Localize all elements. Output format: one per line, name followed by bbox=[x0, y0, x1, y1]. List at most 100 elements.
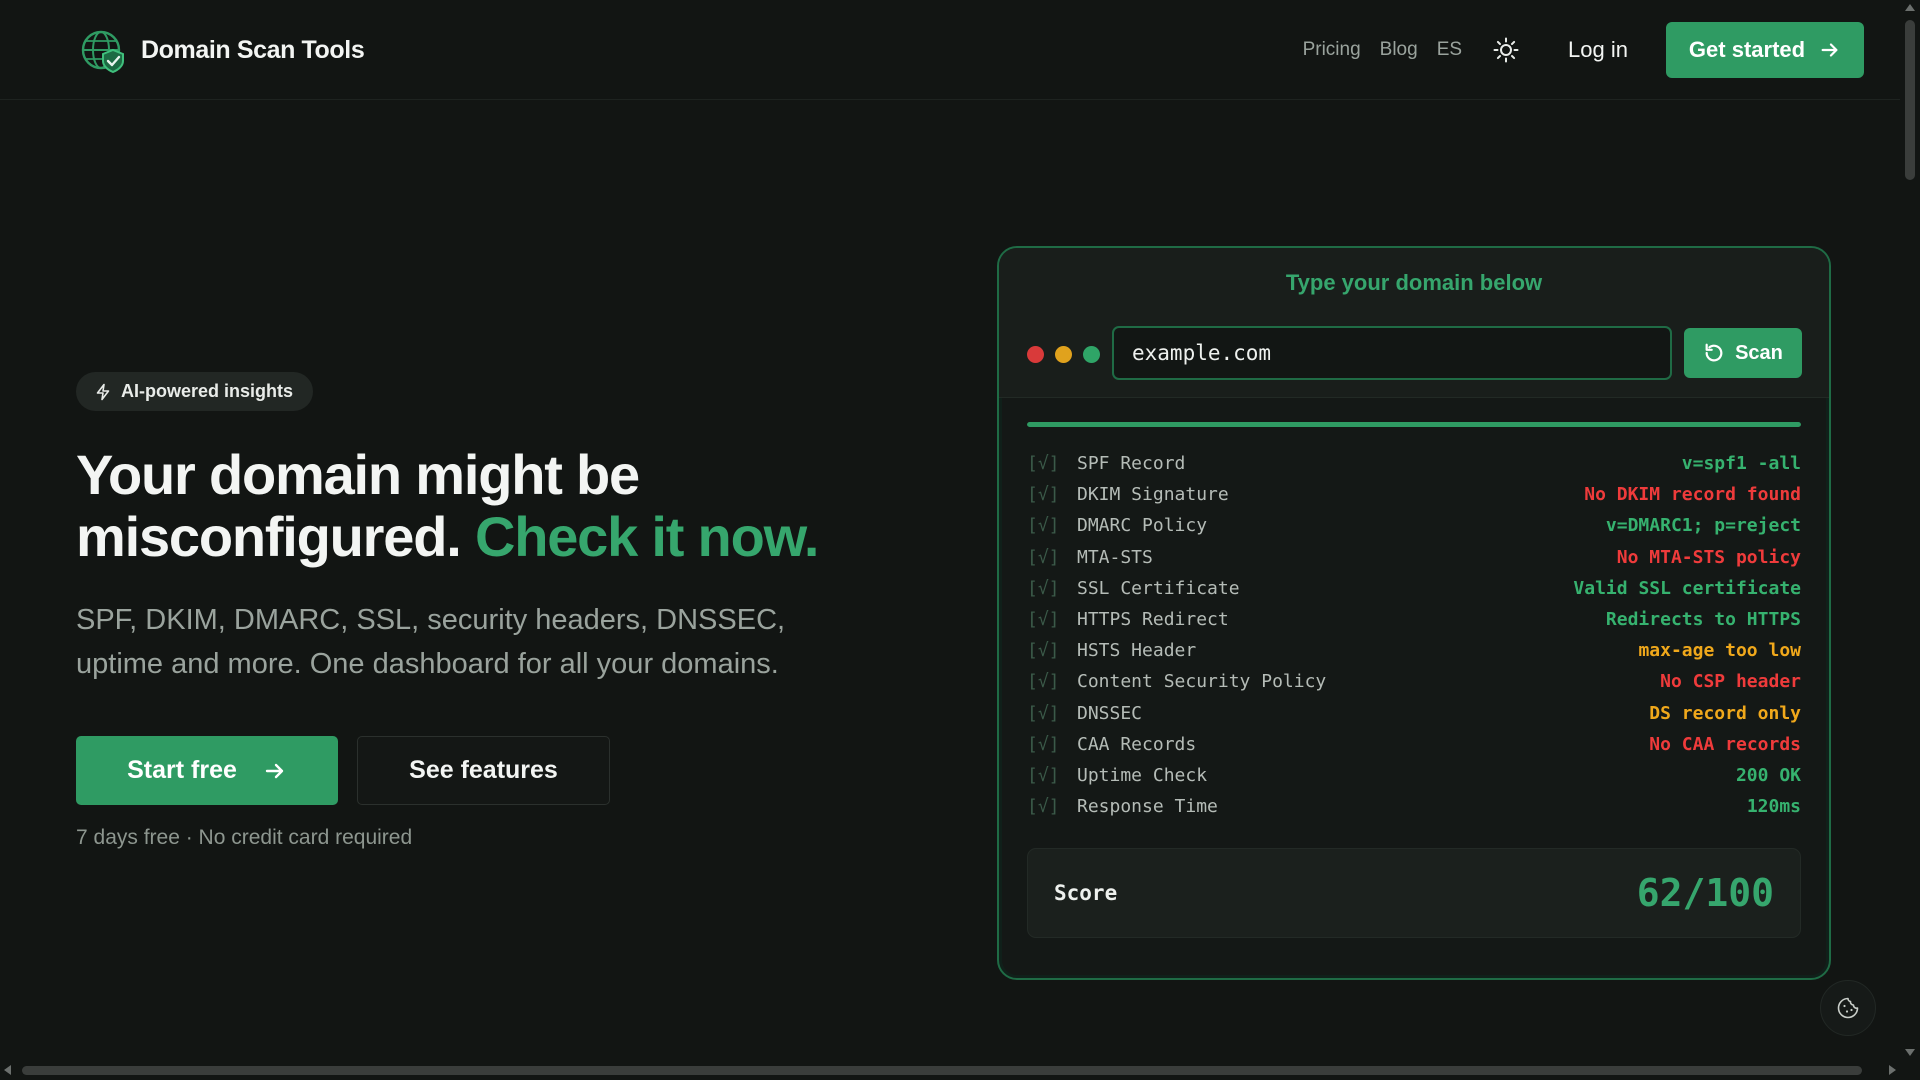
theme-toggle-button[interactable] bbox=[1492, 36, 1520, 64]
hero-subtitle: SPF, DKIM, DMARC, SSL, security headers,… bbox=[76, 604, 786, 680]
nav-pricing-link[interactable]: Pricing bbox=[1303, 39, 1361, 61]
check-result: DS record only bbox=[1649, 702, 1801, 724]
check-label: CAA Records bbox=[1077, 733, 1197, 755]
check-result: v=DMARC1; p=reject bbox=[1605, 515, 1801, 537]
sun-icon bbox=[1493, 37, 1519, 63]
scroll-left-arrow[interactable] bbox=[4, 1065, 11, 1075]
check-result: Redirects to HTTPS bbox=[1605, 609, 1801, 631]
score-panel: Score 62/100 bbox=[1027, 848, 1801, 938]
headline-accent: Check it now. bbox=[474, 505, 819, 568]
site-header: Domain Scan Tools Pricing Blog ES Log in… bbox=[0, 0, 1900, 100]
ai-insights-badge: AI-powered insights bbox=[76, 372, 314, 411]
check-left: [√] MTA-STS bbox=[1027, 547, 1153, 568]
check-row: [√] SPF Record v=spf1 -all bbox=[1027, 448, 1801, 479]
lightning-icon bbox=[96, 383, 110, 400]
check-row: [√] DKIM Signature No DKIM record found bbox=[1027, 479, 1801, 510]
check-result: 120ms bbox=[1746, 796, 1801, 818]
scroll-down-arrow[interactable] bbox=[1905, 1049, 1915, 1056]
check-result: No MTA-STS policy bbox=[1616, 546, 1801, 568]
check-left: [√] HSTS Header bbox=[1027, 640, 1196, 661]
scroll-right-arrow[interactable] bbox=[1889, 1065, 1896, 1075]
arrow-right-icon bbox=[265, 763, 284, 778]
nav-blog-link[interactable]: Blog bbox=[1380, 39, 1418, 61]
check-label: MTA-STS bbox=[1077, 546, 1153, 568]
scanner-toolbar: Type your domain below Scan bbox=[999, 248, 1829, 398]
get-started-label: Get started bbox=[1688, 37, 1806, 62]
start-free-label: Start free bbox=[127, 756, 237, 784]
check-row: [√] SSL Certificate Valid SSL certificate bbox=[1027, 573, 1801, 604]
check-label: Uptime Check bbox=[1077, 764, 1208, 786]
check-result: Valid SSL certificate bbox=[1573, 577, 1801, 599]
vertical-scroll-thumb[interactable] bbox=[1905, 20, 1915, 180]
check-left: [√] SSL Certificate bbox=[1027, 578, 1240, 599]
check-mark: [√] bbox=[1027, 484, 1060, 506]
cookie-icon bbox=[1837, 997, 1859, 1019]
check-mark: [√] bbox=[1027, 671, 1060, 693]
check-mark: [√] bbox=[1027, 702, 1060, 724]
check-label: DNSSEC bbox=[1077, 702, 1143, 724]
check-result: max-age too low bbox=[1638, 640, 1801, 662]
check-row: [√] Content Security Policy No CSP header bbox=[1027, 666, 1801, 697]
check-row: [√] Uptime Check 200 OK bbox=[1027, 760, 1801, 791]
check-mark: [√] bbox=[1027, 733, 1060, 755]
score-label: Score bbox=[1054, 881, 1118, 905]
score-value: 62/100 bbox=[1636, 871, 1774, 915]
check-row: [√] HSTS Header max-age too low bbox=[1027, 635, 1801, 666]
hero-headline: Your domain might be misconfigured. Chec… bbox=[76, 444, 916, 568]
check-label: SSL Certificate bbox=[1077, 577, 1240, 599]
scanner-heading: Type your domain below bbox=[1285, 270, 1543, 295]
scan-progress-bar bbox=[1027, 422, 1801, 427]
check-row: [√] CAA Records No CAA records bbox=[1027, 729, 1801, 760]
horizontal-scroll-thumb[interactable] bbox=[22, 1066, 1862, 1075]
scan-progress-fill bbox=[1027, 422, 1801, 427]
check-mark: [√] bbox=[1027, 546, 1060, 568]
language-switch-link[interactable]: ES bbox=[1437, 39, 1462, 61]
check-left: [√] CAA Records bbox=[1027, 734, 1196, 755]
check-label: SPF Record bbox=[1077, 453, 1186, 475]
scan-button[interactable]: Scan bbox=[1684, 328, 1802, 378]
cta-row: Start free See features bbox=[76, 736, 610, 805]
horizontal-scrollbar[interactable] bbox=[0, 1060, 1900, 1080]
check-label: HTTPS Redirect bbox=[1077, 609, 1229, 631]
check-result: v=spf1 -all bbox=[1681, 453, 1801, 475]
top-nav: Pricing Blog ES Log in Get started bbox=[1303, 22, 1864, 78]
domain-input[interactable] bbox=[1112, 326, 1672, 380]
check-result: No CAA records bbox=[1649, 733, 1801, 755]
arrow-right-icon bbox=[1821, 43, 1838, 57]
check-list: [√] SPF Record v=spf1 -all [√] DKIM Signatur… bbox=[1027, 448, 1801, 822]
refresh-icon bbox=[1705, 343, 1723, 362]
check-left: [√] Response Time bbox=[1027, 796, 1218, 817]
scroll-up-arrow[interactable] bbox=[1905, 4, 1915, 11]
check-mark: [√] bbox=[1027, 640, 1060, 662]
check-result: No DKIM record found bbox=[1584, 484, 1801, 506]
check-mark: [√] bbox=[1027, 764, 1060, 786]
check-mark: [√] bbox=[1027, 453, 1060, 475]
vertical-scrollbar[interactable] bbox=[1900, 0, 1920, 1060]
check-mark: [√] bbox=[1027, 577, 1060, 599]
trial-note: 7 days free · No credit card required bbox=[76, 826, 413, 849]
check-label: DKIM Signature bbox=[1077, 484, 1229, 506]
brand[interactable]: Domain Scan Tools bbox=[79, 26, 365, 74]
get-started-button[interactable]: Get started bbox=[1666, 22, 1864, 78]
check-row: [√] DNSSEC DS record only bbox=[1027, 698, 1801, 729]
dot-red bbox=[1027, 346, 1044, 363]
check-result: No CSP header bbox=[1660, 671, 1801, 693]
check-left: [√] SPF Record bbox=[1027, 453, 1185, 474]
check-row: [√] DMARC Policy v=DMARC1; p=reject bbox=[1027, 510, 1801, 541]
window-dots bbox=[1027, 346, 1100, 363]
globe-shield-icon bbox=[81, 30, 124, 74]
check-label: DMARC Policy bbox=[1077, 515, 1208, 537]
scan-label: Scan bbox=[1735, 341, 1783, 364]
see-features-button[interactable]: See features bbox=[357, 736, 610, 805]
check-row: [√] HTTPS Redirect Redirects to HTTPS bbox=[1027, 604, 1801, 635]
login-link[interactable]: Log in bbox=[1568, 37, 1628, 63]
check-left: [√] DNSSEC bbox=[1027, 703, 1142, 724]
badge-label: AI-powered insights bbox=[121, 381, 294, 401]
dot-yellow bbox=[1055, 346, 1072, 363]
start-free-button[interactable]: Start free bbox=[76, 736, 338, 805]
cookie-settings-button[interactable] bbox=[1820, 980, 1876, 1036]
check-mark: [√] bbox=[1027, 609, 1060, 631]
check-left: [√] HTTPS Redirect bbox=[1027, 609, 1229, 630]
check-row: [√] Response Time 120ms bbox=[1027, 791, 1801, 822]
brand-name: Domain Scan Tools bbox=[141, 35, 365, 64]
